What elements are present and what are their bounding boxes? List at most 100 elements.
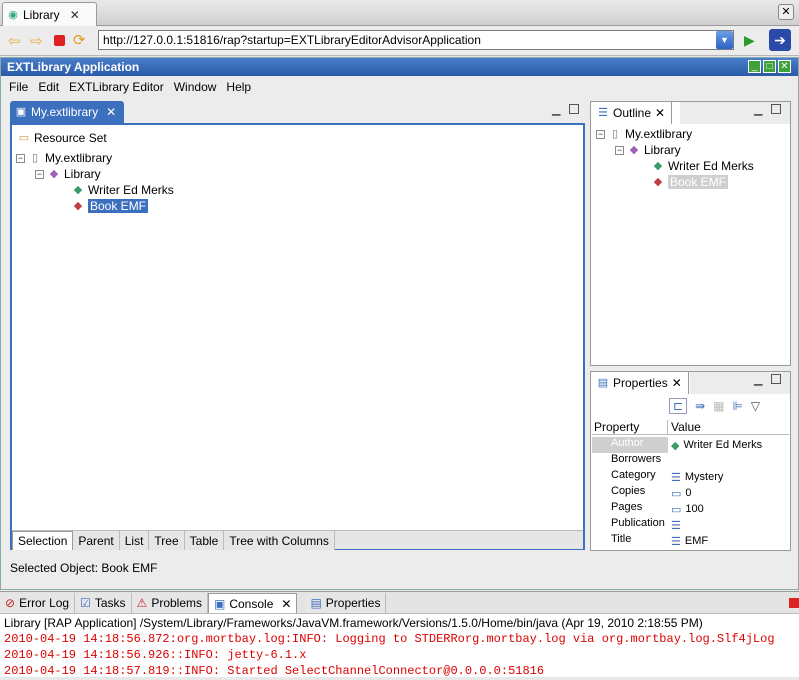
tab-tree[interactable]: Tree xyxy=(149,531,185,550)
property-value-text: EMF xyxy=(684,535,709,547)
list-icon: ☰ xyxy=(671,471,681,484)
tab-tasks[interactable]: ☑ Tasks xyxy=(75,593,132,613)
editor-tree-file-label: My.extlibrary xyxy=(45,151,113,165)
editor-tree-book-label: Book EMF xyxy=(88,199,149,213)
browser-tab-strip xyxy=(0,0,799,26)
property-value xyxy=(668,453,671,469)
editor-tree-file-row[interactable]: − ▯ My.extlibrary xyxy=(16,151,112,165)
number-icon: ▭ xyxy=(671,487,682,500)
refresh-icon[interactable]: ⟳ xyxy=(73,31,86,49)
tab-list[interactable]: List xyxy=(119,531,150,550)
maximize-properties-icon[interactable] xyxy=(771,374,781,384)
window-close-icon[interactable]: ✕ xyxy=(778,4,794,20)
tab-table[interactable]: Table xyxy=(184,531,225,550)
url-dropdown-icon[interactable]: ▼ xyxy=(716,31,733,49)
properties-tab[interactable]: ▤ Properties ✕ xyxy=(591,372,689,394)
close-editor-tab-icon[interactable]: ✕ xyxy=(106,105,116,119)
property-name: Copies xyxy=(611,485,646,497)
editor-tab[interactable]: ▣ My.extlibrary ✕ xyxy=(10,101,124,123)
maximize-icon[interactable]: □ xyxy=(763,60,776,73)
property-value-text: 100 xyxy=(685,503,704,515)
back-icon[interactable]: ⇦ xyxy=(8,32,21,50)
outline-writer-label: Writer Ed Merks xyxy=(668,159,754,173)
error-icon: ⊘ xyxy=(5,596,16,610)
console-icon: ▣ xyxy=(214,596,226,611)
menu-window[interactable]: Window xyxy=(174,80,217,94)
outline-book-row[interactable]: ◆ Book EMF xyxy=(652,175,729,189)
property-row[interactable]: Copies ▭ 0 xyxy=(592,485,787,501)
resource-set-row[interactable]: ▭ Resource Set xyxy=(18,131,107,145)
minimize-properties-icon[interactable]: ▁ xyxy=(754,373,762,386)
properties-table: Author ◆ Writer Ed Merks Borrowers Catego… xyxy=(592,437,789,549)
outline-file-row[interactable]: − ▯ My.extlibrary xyxy=(596,127,692,141)
menu-help[interactable]: Help xyxy=(226,80,251,94)
tasks-icon: ☑ xyxy=(80,596,91,610)
view-menu-icon[interactable]: ▽ xyxy=(751,399,760,413)
url-field[interactable] xyxy=(98,30,734,50)
minimize-outline-icon[interactable]: ▁ xyxy=(754,103,762,116)
tab-console[interactable]: ▣ Console ✕ xyxy=(208,593,298,613)
collapse-icon[interactable]: − xyxy=(35,169,44,179)
outline-file-label: My.extlibrary xyxy=(625,127,693,141)
editor-tree-library-label: Library xyxy=(64,167,101,181)
restore-default-icon[interactable]: ▦ xyxy=(713,399,724,413)
tab-error-log-label: Error Log xyxy=(19,596,70,610)
close-outline-icon[interactable]: ✕ xyxy=(655,106,665,120)
property-column-header[interactable]: Property xyxy=(592,420,668,434)
outline-writer-row[interactable]: ◆ Writer Ed Merks xyxy=(652,159,754,173)
value-column-header[interactable]: Value xyxy=(668,420,701,434)
property-value: ◆ Writer Ed Merks xyxy=(668,437,762,453)
menu-edit[interactable]: Edit xyxy=(38,80,59,94)
app-close-icon[interactable]: ✕ xyxy=(778,60,791,73)
properties-title: Properties xyxy=(613,376,668,390)
property-name: Title xyxy=(611,533,632,545)
stop-icon[interactable] xyxy=(54,35,65,46)
maximize-editor-icon[interactable] xyxy=(569,104,579,114)
property-row[interactable]: Borrowers xyxy=(592,453,787,469)
tab-problems[interactable]: ⚠ Problems xyxy=(131,593,208,613)
close-console-icon[interactable]: ✕ xyxy=(281,597,291,611)
collapse-icon[interactable]: − xyxy=(596,129,605,139)
editor-tree-writer-label: Writer Ed Merks xyxy=(88,183,174,197)
minimize-editor-icon[interactable]: ▁ xyxy=(552,103,560,116)
property-row[interactable]: Pages ▭ 100 xyxy=(592,501,787,517)
tab-error-log[interactable]: ⊘ Error Log xyxy=(0,593,76,613)
show-categories-icon[interactable]: ⊏ xyxy=(669,398,688,414)
menu-bar: File Edit EXTLibrary Editor Window Help xyxy=(1,77,798,97)
close-tab-icon[interactable]: ✕ xyxy=(70,8,80,22)
number-icon: ▭ xyxy=(671,503,682,516)
properties-icon: ▤ xyxy=(310,596,322,610)
tab-problems-label: Problems xyxy=(151,596,202,610)
open-external-icon[interactable]: ➔ xyxy=(769,29,791,51)
minimize-icon[interactable]: _ xyxy=(748,60,761,73)
browser-tab[interactable]: ◉ Library ✕ xyxy=(2,2,97,26)
property-row[interactable]: Title ☰ EMF xyxy=(592,533,787,549)
outline-title: Outline xyxy=(613,106,652,120)
collapse-icon[interactable]: − xyxy=(615,145,624,155)
property-row[interactable]: Category ☰ Mystery xyxy=(592,469,787,485)
property-row[interactable]: Author ◆ Writer Ed Merks xyxy=(592,437,787,453)
property-row[interactable]: Publication ☰ xyxy=(592,517,787,533)
editor-tree-book-row[interactable]: ◆ Book EMF xyxy=(72,199,149,213)
editor-tree-library-row[interactable]: − ◆ Library xyxy=(35,167,101,181)
menu-file[interactable]: File xyxy=(9,80,28,94)
property-value-text: Mystery xyxy=(684,471,724,483)
pin-icon[interactable]: ⊫ xyxy=(732,399,742,413)
tab-selection[interactable]: Selection xyxy=(12,531,74,550)
forward-icon[interactable]: ⇨ xyxy=(30,32,43,50)
menu-extlibrary-editor[interactable]: EXTLibrary Editor xyxy=(69,80,164,94)
close-properties-icon[interactable]: ✕ xyxy=(672,376,682,390)
editor-tree-writer-row[interactable]: ◆ Writer Ed Merks xyxy=(72,183,174,197)
tab-tree-with-columns[interactable]: Tree with Columns xyxy=(224,531,335,550)
show-advanced-icon[interactable]: ⇛ xyxy=(695,399,705,413)
outline-tab[interactable]: ☰ Outline ✕ xyxy=(591,102,673,124)
list-icon: ☰ xyxy=(671,519,681,532)
tab-parent[interactable]: Parent xyxy=(73,531,120,550)
file-icon: ▯ xyxy=(31,152,39,164)
maximize-outline-icon[interactable] xyxy=(771,104,781,114)
tab-properties-bottom[interactable]: ▤ Properties xyxy=(305,593,387,613)
collapse-icon[interactable]: − xyxy=(16,153,25,163)
outline-library-row[interactable]: − ◆ Library xyxy=(615,143,681,157)
terminate-icon[interactable] xyxy=(789,598,799,608)
go-icon[interactable]: ▶ xyxy=(744,32,755,49)
